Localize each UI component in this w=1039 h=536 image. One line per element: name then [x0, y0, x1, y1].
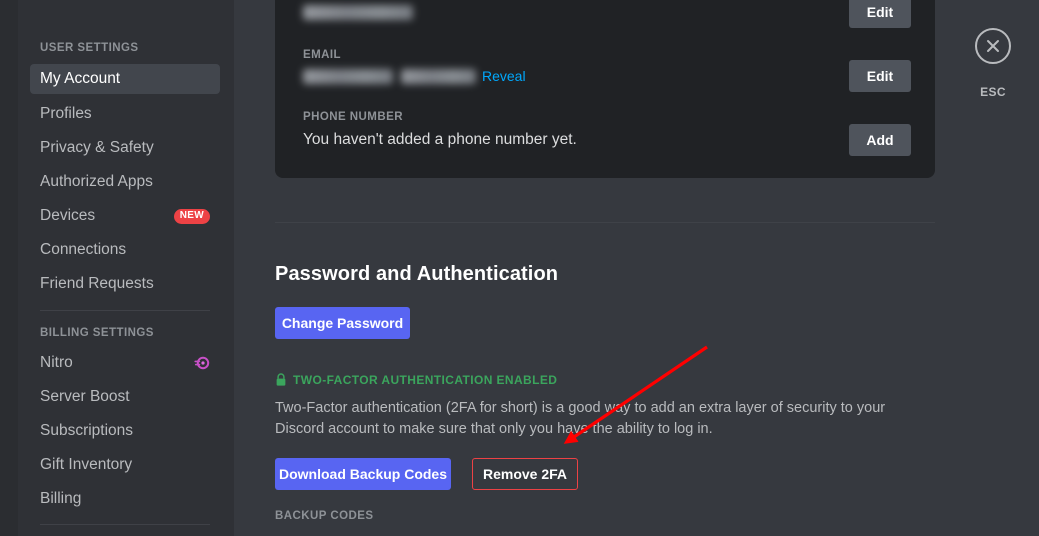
sidebar-divider-bottom	[40, 524, 210, 525]
sidebar-item-my-account[interactable]: My Account	[30, 64, 220, 94]
close-x-icon	[987, 40, 999, 52]
edit-username-button[interactable]: Edit	[849, 0, 911, 28]
remove-2fa-button[interactable]: Remove 2FA	[472, 458, 578, 490]
twofa-description: Two-Factor authentication (2FA for short…	[275, 400, 886, 437]
download-backup-codes-button[interactable]: Download Backup Codes	[275, 458, 451, 490]
sidebar-item-label: Connections	[40, 241, 127, 258]
sidebar-item-subscriptions[interactable]: Subscriptions	[30, 416, 220, 446]
settings-content-panel: Edit EMAIL Reveal Edit PHONE NUMBER You …	[234, 0, 964, 536]
phone-field-label: PHONE NUMBER	[303, 111, 403, 123]
close-button[interactable]	[975, 28, 1011, 64]
sidebar-item-friend-requests[interactable]: Friend Requests	[30, 269, 220, 299]
discord-user-settings-window: USER SETTINGS My Account Profiles Privac…	[0, 0, 1039, 536]
phone-empty-text: You haven't added a phone number yet.	[303, 131, 577, 148]
sidebar-item-gift-inventory[interactable]: Gift Inventory	[30, 450, 220, 480]
change-password-button[interactable]: Change Password	[275, 307, 410, 339]
sidebar-item-server-boost[interactable]: Server Boost	[30, 382, 220, 412]
section-divider	[275, 222, 935, 223]
nitro-wheel-icon	[194, 355, 210, 371]
edit-email-button[interactable]: Edit	[849, 60, 911, 92]
sidebar-group-header-billing-settings: BILLING SETTINGS	[40, 327, 154, 339]
sidebar-item-label: Profiles	[40, 105, 92, 122]
add-phone-button[interactable]: Add	[849, 124, 911, 156]
window-left-rail	[0, 0, 18, 536]
settings-sidebar: USER SETTINGS My Account Profiles Privac…	[18, 0, 234, 536]
sidebar-item-profiles[interactable]: Profiles	[30, 99, 220, 129]
sidebar-item-label: Server Boost	[40, 388, 130, 405]
sidebar-item-label: Privacy & Safety	[40, 139, 154, 156]
new-badge: NEW	[173, 208, 210, 224]
sidebar-item-label: My Account	[40, 70, 121, 87]
backup-codes-label: BACKUP CODES	[275, 510, 374, 522]
sidebar-group-header-user-settings: USER SETTINGS	[40, 42, 139, 54]
twofa-status-row: TWO-FACTOR AUTHENTICATION ENABLED	[275, 373, 557, 387]
sidebar-item-connections[interactable]: Connections	[30, 235, 220, 265]
sidebar-item-nitro[interactable]: Nitro	[30, 348, 220, 378]
sidebar-item-label: Billing	[40, 490, 82, 507]
close-settings-column: ESC	[964, 0, 1039, 536]
sidebar-item-billing[interactable]: Billing	[30, 484, 220, 514]
sidebar-item-authorized-apps[interactable]: Authorized Apps	[30, 167, 220, 197]
sidebar-item-label: Gift Inventory	[40, 456, 133, 473]
email-field-label: EMAIL	[303, 49, 342, 61]
account-info-card: Edit EMAIL Reveal Edit PHONE NUMBER You …	[275, 0, 935, 178]
sidebar-item-devices[interactable]: Devices NEW	[30, 201, 220, 231]
twofa-status-label: TWO-FACTOR AUTHENTICATION ENABLED	[293, 373, 558, 387]
email-value-row: Reveal	[303, 68, 526, 84]
lock-icon	[275, 373, 287, 387]
sidebar-item-label: Devices	[40, 207, 96, 224]
reveal-email-link[interactable]: Reveal	[482, 68, 526, 84]
email-value-redacted	[303, 68, 393, 84]
sidebar-item-label: Authorized Apps	[40, 173, 153, 190]
sidebar-item-label: Friend Requests	[40, 275, 154, 292]
password-and-authentication-title: Password and Authentication	[275, 263, 559, 285]
username-value-redacted	[303, 4, 413, 22]
esc-label: ESC	[980, 85, 1006, 99]
sidebar-item-label: Subscriptions	[40, 422, 134, 439]
sidebar-divider-top	[40, 310, 210, 311]
sidebar-item-label: Nitro	[40, 354, 73, 371]
sidebar-item-privacy-and-safety[interactable]: Privacy & Safety	[30, 133, 220, 163]
